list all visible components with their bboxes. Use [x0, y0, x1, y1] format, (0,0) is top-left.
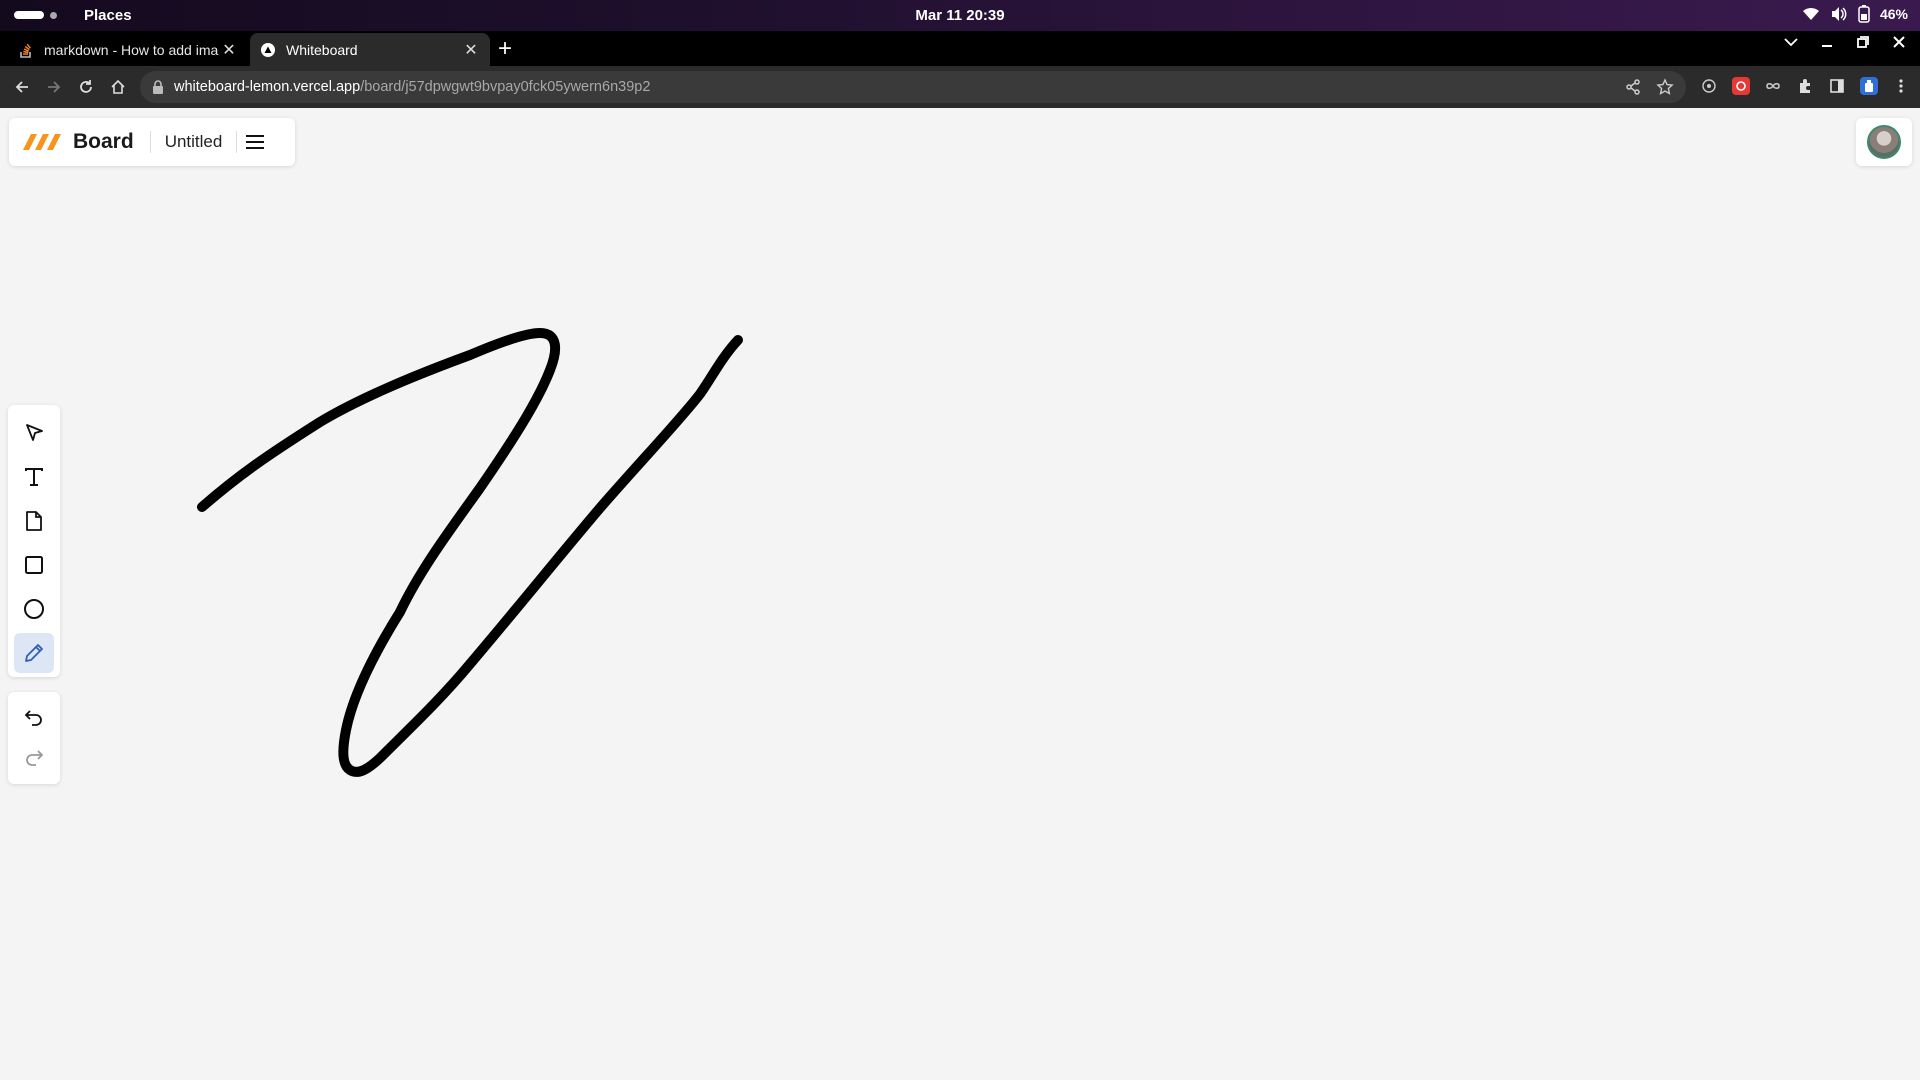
pencil-icon [25, 644, 43, 662]
redo-icon [26, 750, 44, 766]
redo-button[interactable] [14, 738, 54, 778]
board-logo-icon[interactable] [23, 133, 63, 151]
extension-record-icon[interactable] [1732, 77, 1750, 95]
menu-icon[interactable] [239, 126, 271, 158]
url-path: /board/j57dpwgwt9bvpay0fck05ywern6n39p2 [360, 79, 651, 95]
extension-openai-icon[interactable] [1700, 77, 1718, 95]
vercel-icon [260, 42, 276, 58]
reload-icon[interactable] [76, 77, 96, 97]
address-bar[interactable]: whiteboard-lemon.vercel.app/board/j57dpw… [140, 71, 1686, 103]
tool-palette [8, 405, 60, 677]
extension-infinity-icon[interactable] [1764, 77, 1782, 95]
stackoverflow-icon [18, 42, 34, 58]
battery-percent: 46% [1879, 6, 1908, 22]
activities-button[interactable] [14, 11, 57, 19]
minimize-icon[interactable] [1820, 35, 1834, 49]
cursor-icon [26, 424, 43, 441]
system-tray[interactable]: 46% [1802, 5, 1908, 23]
text-icon [25, 468, 43, 486]
profile-icon[interactable] [1860, 77, 1878, 95]
workspace-active-indicator [14, 11, 44, 19]
browser-tab-strip: markdown - How to add ima ✕ Whiteboard ✕… [0, 31, 1920, 66]
clock[interactable]: Mar 11 20:39 [915, 7, 1004, 24]
new-tab-button[interactable]: + [498, 35, 512, 63]
extensions-puzzle-icon[interactable] [1796, 77, 1814, 95]
forward-icon[interactable] [44, 77, 64, 97]
tab-search-icon[interactable] [1784, 37, 1798, 47]
wifi-icon [1802, 7, 1819, 20]
undo-icon [24, 710, 42, 726]
history-controls [8, 692, 60, 784]
system-top-bar: Places Mar 11 20:39 46% [0, 0, 1920, 31]
note-icon [26, 511, 42, 531]
tab-title: markdown - How to add ima [44, 41, 219, 58]
close-tab-icon[interactable]: ✕ [220, 40, 238, 60]
close-tab-icon[interactable]: ✕ [462, 40, 480, 60]
header-divider [236, 131, 238, 153]
home-icon[interactable] [108, 77, 128, 97]
text-tool-button[interactable] [14, 457, 54, 497]
select-tool-button[interactable] [14, 413, 54, 453]
user-avatar-button[interactable] [1856, 118, 1912, 166]
close-window-icon[interactable] [1892, 35, 1906, 49]
battery-icon [1858, 5, 1870, 23]
kebab-menu-icon[interactable] [1892, 77, 1910, 95]
board-header: Board Untitled [9, 118, 295, 166]
whiteboard-canvas[interactable] [0, 108, 1920, 1080]
undo-button[interactable] [14, 698, 54, 738]
tab-title: Whiteboard [286, 41, 358, 58]
url-host: whiteboard-lemon.vercel.app [174, 79, 361, 95]
bookmark-star-icon[interactable] [1656, 78, 1674, 96]
side-panel-icon[interactable] [1828, 77, 1846, 95]
ellipse-tool-button[interactable] [14, 589, 54, 629]
brand-name[interactable]: Board [73, 130, 134, 154]
ellipse-icon [24, 599, 44, 619]
avatar [1867, 125, 1901, 159]
tab-stackoverflow[interactable]: markdown - How to add ima ✕ [8, 33, 248, 66]
volume-icon [1831, 7, 1847, 21]
tab-whiteboard[interactable]: Whiteboard ✕ [250, 33, 490, 66]
share-icon[interactable] [1624, 78, 1642, 96]
note-tool-button[interactable] [14, 501, 54, 541]
rectangle-tool-button[interactable] [14, 545, 54, 585]
restore-icon[interactable] [1856, 35, 1870, 49]
back-icon[interactable] [12, 77, 32, 97]
rectangle-icon [25, 556, 43, 574]
lock-icon[interactable] [152, 80, 164, 94]
places-menu[interactable]: Places [84, 7, 132, 24]
pen-tool-button[interactable] [14, 633, 54, 673]
board-title[interactable]: Untitled [151, 132, 237, 152]
workspace-indicator [50, 11, 57, 19]
browser-toolbar: whiteboard-lemon.vercel.app/board/j57dpw… [0, 66, 1920, 108]
